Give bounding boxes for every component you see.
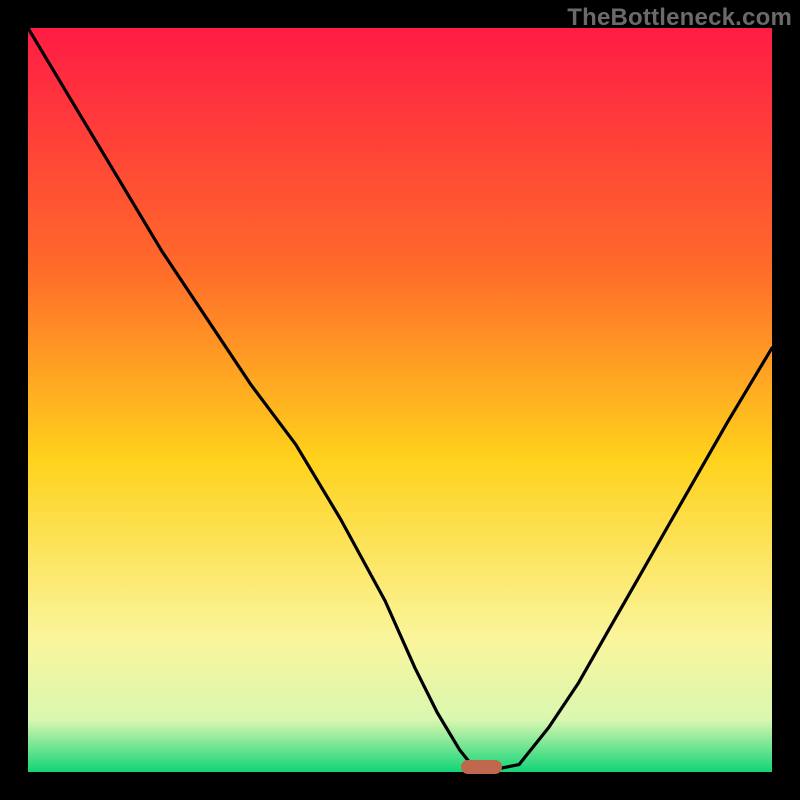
attribution-text: TheBottleneck.com bbox=[567, 4, 792, 32]
chart-frame: TheBottleneck.com bbox=[0, 0, 800, 800]
plot-area bbox=[28, 28, 772, 772]
bottleneck-curve bbox=[28, 28, 772, 772]
optimum-marker bbox=[461, 760, 502, 774]
